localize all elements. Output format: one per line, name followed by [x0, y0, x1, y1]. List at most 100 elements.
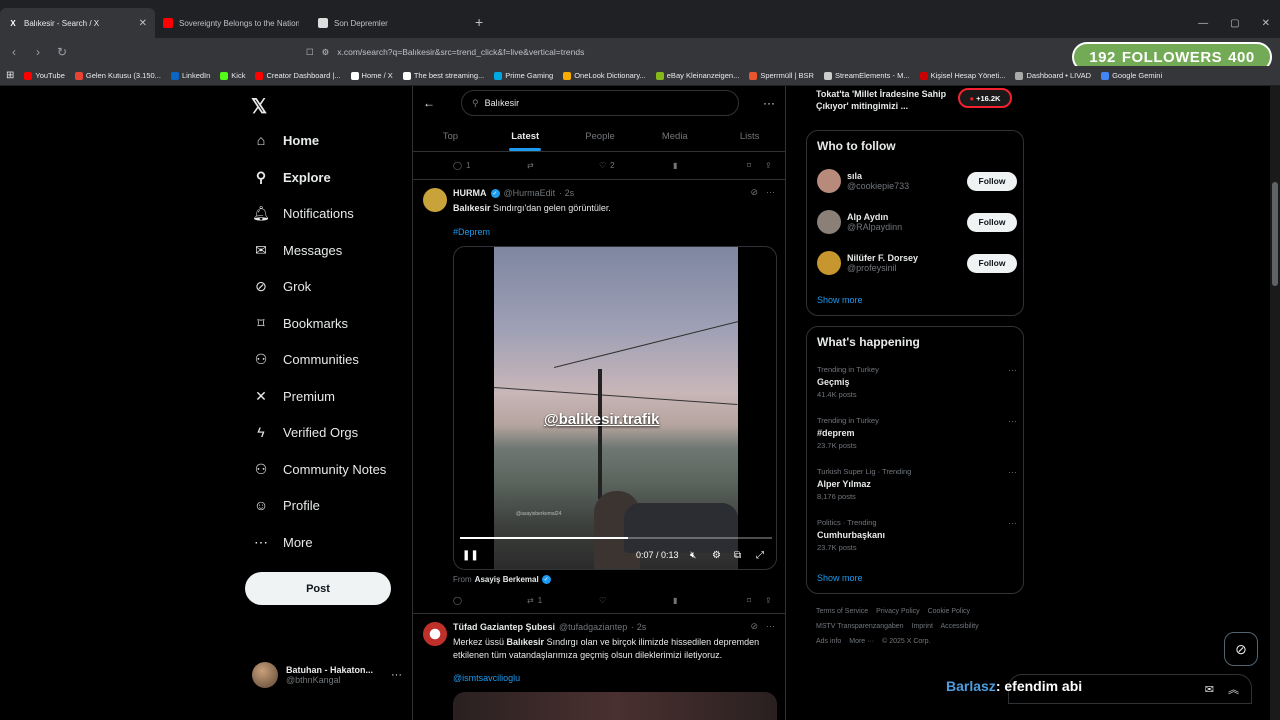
tab-lists[interactable]: Lists: [712, 122, 785, 151]
more-dots-icon[interactable]: ···: [763, 96, 775, 110]
follow-button[interactable]: Follow: [967, 171, 1017, 191]
trend-item[interactable]: Turkish Super Lig · Trending Alper Yılma…: [817, 467, 1017, 501]
expand-chevron-icon[interactable]: ︽: [1228, 681, 1239, 697]
footer-link[interactable]: Ads info: [816, 638, 841, 645]
nav-notifications[interactable]: 🔔︎ Notifications: [252, 205, 354, 221]
nav-profile[interactable]: ☺ Profile: [253, 497, 320, 513]
nav-communities[interactable]: ⚇ Communities: [253, 351, 359, 367]
grok-icon[interactable]: ⊘: [750, 621, 758, 632]
live-trend-title[interactable]: Tokat'ta 'Millet İradesine Sahip Çıkıyor…: [816, 88, 956, 112]
author-name[interactable]: HURMA: [453, 188, 487, 198]
apps-grid-icon[interactable]: ⊞: [6, 70, 14, 81]
settings-gear-icon[interactable]: ⚙: [712, 550, 721, 561]
share-button[interactable]: ⇪: [765, 161, 772, 170]
nav-explore[interactable]: ⚲ Explore: [253, 169, 331, 185]
video-progress-bar[interactable]: [460, 537, 772, 539]
more-dots-icon[interactable]: ···: [1008, 467, 1017, 477]
more-dots-icon[interactable]: ···: [766, 621, 775, 632]
bookmark-item[interactable]: The best streaming...: [402, 71, 484, 80]
bookmark-item[interactable]: Gelen Kutusu (3.150...: [74, 71, 161, 80]
nav-more[interactable]: ⋯ More: [253, 534, 313, 550]
trend-item[interactable]: Politics · Trending Cumhurbaşkanı 23.7K …: [817, 518, 1017, 552]
footer-link[interactable]: Terms of Service: [816, 608, 868, 615]
mute-icon[interactable]: 🔇︎: [690, 550, 696, 561]
tab-people[interactable]: People: [563, 122, 638, 151]
more-dots-icon[interactable]: ···: [1008, 416, 1017, 426]
nav-messages[interactable]: ✉ Messages: [253, 242, 342, 258]
page-scrollbar[interactable]: [1270, 86, 1280, 720]
nav-verified-orgs[interactable]: ϟ Verified Orgs: [253, 424, 358, 440]
bookmark-item[interactable]: Dashboard • LIVAD: [1015, 71, 1091, 80]
back-arrow-icon[interactable]: ←: [423, 96, 435, 110]
bookmark-item[interactable]: eBay Kleinanzeigen...: [655, 71, 739, 80]
more-dots-icon[interactable]: ···: [1008, 518, 1017, 528]
avatar[interactable]: [423, 188, 447, 212]
pause-icon[interactable]: ❚❚: [462, 550, 479, 561]
views-button[interactable]: ▮: [673, 161, 677, 170]
more-dots-icon[interactable]: ···: [391, 669, 402, 681]
follow-suggestion[interactable]: sıla @cookiepie733 Follow: [817, 167, 1017, 195]
back-icon[interactable]: ‹: [8, 45, 20, 59]
hashtag-link[interactable]: #Deprem: [453, 227, 490, 237]
nav-premium[interactable]: ✕ Premium: [253, 388, 335, 404]
maximize-icon[interactable]: ▢: [1230, 18, 1239, 29]
share-button[interactable]: ⇪: [765, 596, 772, 605]
url-field[interactable]: ☐ ⚙ x.com/search?q=Balıkesir&src=trend_c…: [306, 41, 1006, 63]
tab-latest[interactable]: Latest: [488, 122, 563, 151]
follow-button[interactable]: Follow: [967, 253, 1017, 273]
more-dots-icon[interactable]: ···: [1008, 365, 1017, 375]
follow-suggestion[interactable]: Nilüfer F. Dorsey @profeysinil Follow: [817, 249, 1017, 277]
nav-home[interactable]: ⌂ Home: [253, 132, 319, 148]
post-button[interactable]: Post: [245, 572, 391, 605]
tweet-time[interactable]: · 2s: [631, 622, 646, 632]
trend-item[interactable]: Trending in Turkey #deprem 23.7K posts ·…: [817, 416, 1017, 450]
browser-tab-3[interactable]: Son Depremler: [310, 8, 465, 38]
bookmark-item[interactable]: Kick: [220, 71, 245, 80]
like-button[interactable]: ♡ 2: [599, 161, 615, 170]
like-button[interactable]: ♡: [599, 596, 606, 605]
footer-link[interactable]: Imprint: [912, 623, 933, 630]
search-input[interactable]: ⚲ Balıkesir: [461, 90, 739, 116]
bookmark-item[interactable]: Google Gemini: [1101, 71, 1162, 80]
minimize-icon[interactable]: —: [1198, 18, 1208, 29]
nav-community-notes[interactable]: ⚇ Community Notes: [253, 461, 387, 477]
bookmark-item[interactable]: LinkedIn: [170, 71, 210, 80]
bookmark-button[interactable]: ⌑: [747, 596, 751, 605]
nav-bookmarks[interactable]: ⌑ Bookmarks: [253, 315, 348, 331]
bookmark-item[interactable]: Sperrmüll | BSR: [749, 71, 814, 80]
bookmark-item[interactable]: OneLook Dictionary...: [563, 71, 646, 80]
reply-button[interactable]: ◯ 1: [453, 161, 470, 170]
grok-button[interactable]: ⊘: [1224, 632, 1258, 666]
source-account[interactable]: Asayiş Berkemal: [475, 575, 539, 584]
repost-button[interactable]: ⇄ 1: [527, 596, 542, 605]
footer-link[interactable]: Cookie Policy: [928, 608, 970, 615]
repost-button[interactable]: ⇄: [527, 161, 534, 170]
trend-item[interactable]: Trending in Turkey Geçmiş 41.4K posts ··…: [817, 365, 1017, 399]
bookmark-star-icon[interactable]: ☐: [306, 47, 314, 58]
reply-button[interactable]: ◯: [453, 596, 462, 605]
footer-link[interactable]: Privacy Policy: [876, 608, 920, 615]
browser-tab-2[interactable]: Sovereignty Belongs to the Nation U: [155, 8, 310, 38]
follow-suggestion[interactable]: Alp Aydın @RAlpaydinn Follow: [817, 208, 1017, 236]
mention-link[interactable]: @ismtsavcilioglu: [453, 673, 520, 683]
tab-top[interactable]: Top: [413, 122, 488, 151]
nav-grok[interactable]: ⊘ Grok: [253, 278, 311, 294]
footer-link[interactable]: Accessibility: [940, 623, 978, 630]
video-player[interactable]: @balikesir.trafik @asayisberkemal24 ❚❚ 0…: [453, 246, 777, 570]
bookmark-item[interactable]: Kişisel Hesap Yöneti...: [919, 71, 1005, 80]
more-dots-icon[interactable]: ···: [766, 187, 775, 198]
show-more-link[interactable]: Show more: [817, 295, 863, 305]
author-handle[interactable]: @HurmaEdit: [504, 188, 556, 198]
bookmark-item[interactable]: Prime Gaming: [494, 71, 553, 80]
views-button[interactable]: ▮: [673, 596, 677, 605]
bookmark-item[interactable]: YouTube: [24, 71, 65, 80]
scrollbar-thumb[interactable]: [1272, 182, 1278, 286]
reload-icon[interactable]: ↻: [56, 45, 68, 59]
live-badge[interactable]: ● +16.2K: [958, 88, 1012, 108]
new-tab-icon[interactable]: +: [465, 14, 493, 38]
close-window-icon[interactable]: ✕: [1262, 18, 1270, 29]
bookmark-item[interactable]: Creator Dashboard |...: [255, 71, 341, 80]
author-name[interactable]: Tüfad Gaziantep Şubesi: [453, 622, 555, 632]
tab-media[interactable]: Media: [637, 122, 712, 151]
close-tab-icon[interactable]: ✕: [139, 18, 147, 29]
